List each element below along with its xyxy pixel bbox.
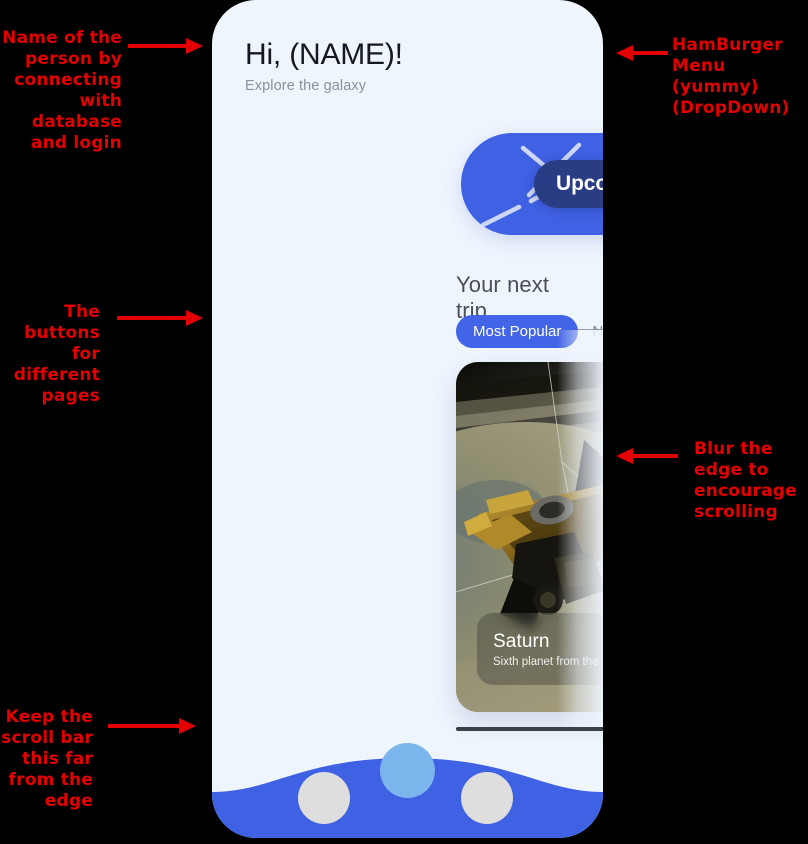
category-tabs: Most Popular Newest Cruises [456, 315, 603, 348]
nav-item-center[interactable] [380, 743, 435, 798]
phone-frame: Hi, (NAME)! Explore the galaxy Upco Your… [212, 0, 603, 838]
nav-item-left[interactable] [298, 772, 350, 824]
page-title: Hi, (NAME)! [245, 38, 403, 71]
upcoming-trips-label[interactable]: Upcoming Trips [534, 160, 603, 208]
trip-card-carousel[interactable]: Saturn Sixth planet from the Sun [456, 362, 603, 712]
trip-card-label-saturn: Saturn Sixth planet from the Sun [477, 613, 603, 685]
bottom-navigation[interactable] [212, 718, 603, 838]
upcoming-trips-banner[interactable]: Upcoming Trips [461, 133, 603, 235]
annotation-blur-arrow [616, 447, 678, 465]
annotation-menu-text: HamBurger Menu (yummy) (DropDown) [672, 35, 790, 118]
annotation-greeting-arrow [128, 37, 203, 55]
annotation-tabs-text: The buttons for different pages [13, 302, 100, 406]
page-subtitle: Explore the galaxy [245, 78, 367, 94]
annotation-scrollbar-text: Keep the scroll bar this far from the ed… [1, 707, 93, 811]
trip-card-saturn[interactable]: Saturn Sixth planet from the Sun [456, 362, 603, 712]
screenshot-stage: Name of the person by connecting with da… [0, 0, 808, 844]
app-header: Hi, (NAME)! Explore the galaxy [245, 38, 403, 94]
annotation-scrollbar-arrow [108, 717, 196, 735]
annotation-greeting-text: Name of the person by connecting with da… [2, 28, 122, 153]
tab-newest[interactable]: Newest [578, 315, 603, 348]
trip-card-subtitle: Sixth planet from the Sun [493, 655, 603, 668]
annotation-menu-arrow [616, 44, 668, 62]
annotation-tabs-arrow [117, 309, 203, 327]
tab-most-popular[interactable]: Most Popular [456, 315, 579, 348]
trip-card-title: Saturn [493, 630, 550, 652]
nav-item-right[interactable] [461, 772, 513, 824]
annotation-blur-text: Blur the edge to encourage scrolling [694, 439, 797, 522]
